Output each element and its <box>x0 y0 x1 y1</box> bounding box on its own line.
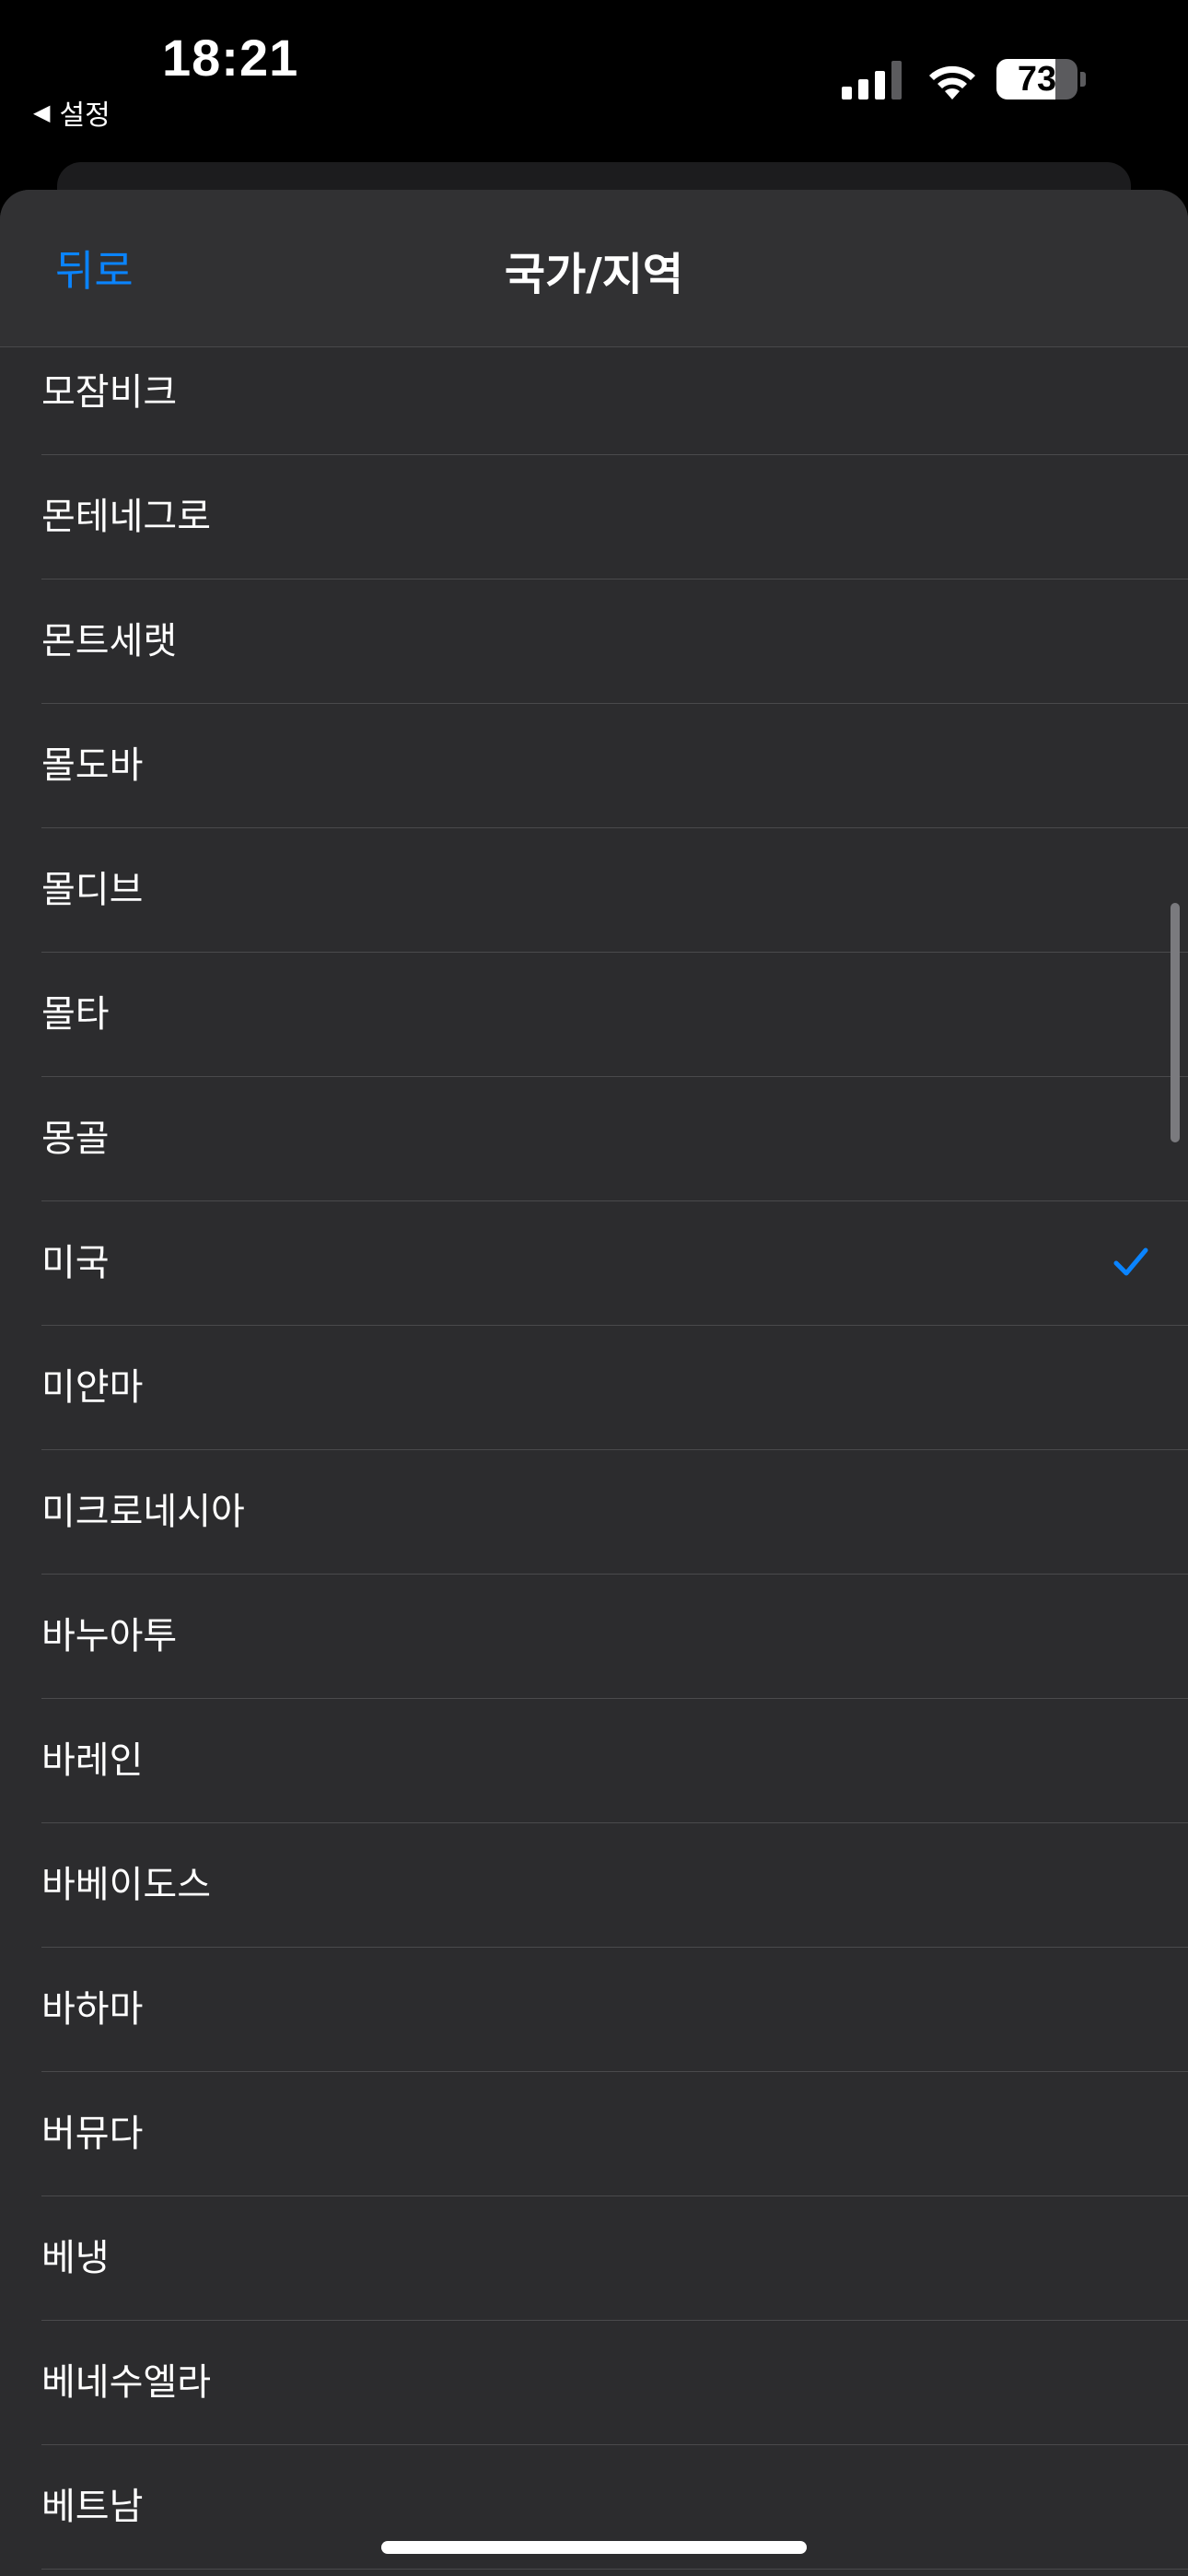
back-to-app-link[interactable]: ◀ 설정 <box>33 92 111 133</box>
battery-level: 73 <box>1017 60 1057 99</box>
divider <box>41 2569 1188 2570</box>
status-bar: 18:21 ◀ 설정 73 <box>0 0 1188 166</box>
list-item[interactable]: 바누아투 <box>0 1575 1188 1699</box>
list-item-label: 미얀마 <box>41 1366 144 1409</box>
list-item[interactable]: 몽골 <box>0 1077 1188 1201</box>
list-item[interactable]: 버뮤다 <box>0 2072 1188 2196</box>
battery-icon: 73 <box>996 59 1077 100</box>
home-indicator[interactable] <box>381 2541 807 2554</box>
list-item[interactable]: 몰타 <box>0 953 1188 1077</box>
list-item[interactable]: 모잠비크 <box>0 346 1188 455</box>
list-item-label: 미크로네시아 <box>41 1491 245 1533</box>
list-item-label: 버뮤다 <box>41 2113 144 2155</box>
list-item[interactable]: 바레인 <box>0 1699 1188 1823</box>
list-item-label: 베트남 <box>41 2486 144 2528</box>
list-item-label: 몰타 <box>41 993 110 1036</box>
list-item[interactable]: 바베이도스 <box>0 1823 1188 1948</box>
list-item-label: 미국 <box>41 1242 110 1284</box>
list-item-label: 베냉 <box>41 2237 110 2279</box>
navigation-bar: 뒤로 국가/지역 <box>0 190 1188 347</box>
list-item-label: 몰디브 <box>41 869 144 911</box>
list-item[interactable]: 베네수엘라 <box>0 2321 1188 2445</box>
list-item-label: 바베이도스 <box>41 1864 211 1906</box>
checkmark-icon <box>1113 1247 1148 1276</box>
list-item[interactable]: 몰디브 <box>0 828 1188 953</box>
list-item-label: 바하마 <box>41 1988 144 2031</box>
status-time: 18:21 <box>162 29 299 87</box>
list-item-label: 몽골 <box>41 1118 110 1160</box>
wifi-icon <box>929 65 975 100</box>
list-item-label: 몬테네그로 <box>41 496 211 538</box>
list-item[interactable]: 베냉 <box>0 2196 1188 2321</box>
list-item-label: 몬트세랫 <box>41 620 178 662</box>
country-list: 모잠비크 몬테네그로 몬트세랫 몰도바 몰디브 몰타 몽골 미국 미얀마 미크로… <box>0 346 1188 2570</box>
list-item[interactable]: 미크로네시아 <box>0 1450 1188 1575</box>
list-item[interactable]: 몬트세랫 <box>0 580 1188 704</box>
list-item-label: 바누아투 <box>41 1615 178 1657</box>
list-item-label: 바레인 <box>41 1739 144 1782</box>
back-triangle-icon: ◀ <box>33 100 51 125</box>
list-item[interactable]: 미얀마 <box>0 1326 1188 1450</box>
list-item-selected[interactable]: 미국 <box>0 1201 1188 1326</box>
page-title: 국가/지역 <box>504 249 684 300</box>
cellular-signal-icon <box>842 61 902 100</box>
list-item-label: 모잠비크 <box>41 371 178 414</box>
battery-cap <box>1080 72 1086 87</box>
list-item[interactable]: 바하마 <box>0 1948 1188 2072</box>
country-region-sheet: 뒤로 국가/지역 모잠비크 몬테네그로 몬트세랫 몰도바 몰디브 몰타 몽골 미… <box>0 190 1188 2576</box>
list-item[interactable]: 몰도바 <box>0 704 1188 828</box>
list-item[interactable]: 몬테네그로 <box>0 455 1188 580</box>
list-item-label: 베네수엘라 <box>41 2361 211 2404</box>
scroll-indicator[interactable] <box>1171 903 1180 1142</box>
list-item-label: 몰도바 <box>41 744 144 787</box>
back-app-label: 설정 <box>59 100 111 132</box>
